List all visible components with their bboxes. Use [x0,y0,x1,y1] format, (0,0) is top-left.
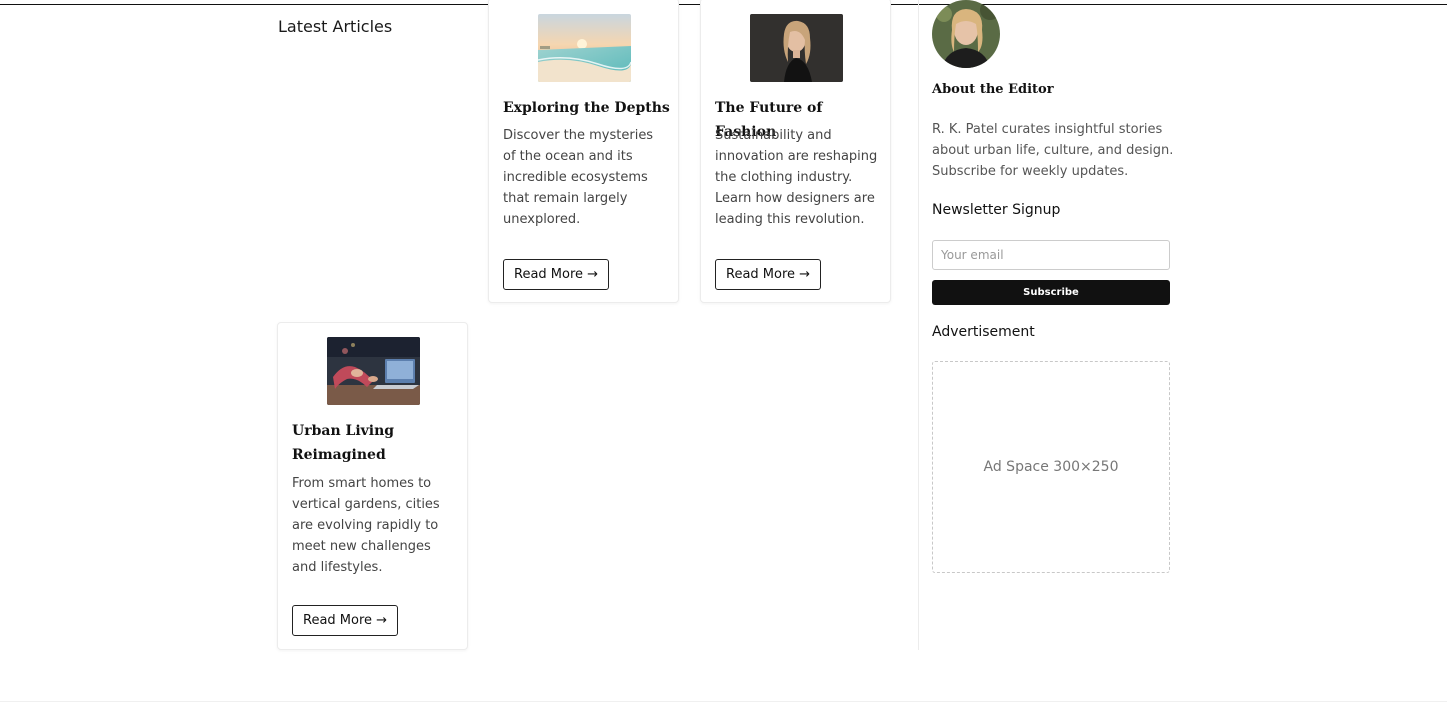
footer-rule [0,701,1447,702]
read-more-button[interactable]: Read More → [292,605,399,636]
article-excerpt: Sustainability and innovation are reshap… [715,128,878,227]
about-title: About the Editor [932,82,1054,97]
sidebar-divider [918,0,919,650]
page: Latest Articles Exploring the Depths Dis… [0,0,1447,704]
read-more-button[interactable]: Read More → [715,259,822,290]
article-title[interactable]: Exploring the Depths [503,96,673,120]
article-excerpt: From smart homes to vertical gardens, ci… [292,476,440,575]
email-input[interactable] [932,240,1170,270]
article-image-ocean[interactable] [538,14,631,82]
article-card-fashion: The Future of Fashion Sustainability and… [700,0,891,303]
article-card-exploring: Exploring the Depths Discover the myster… [488,0,679,303]
newsletter-title: Newsletter Signup [932,202,1061,218]
read-more-button[interactable]: Read More → [503,259,610,290]
ad-space-label: Ad Space 300×250 [983,459,1119,475]
subscribe-button[interactable]: Subscribe [932,280,1170,305]
article-excerpt: Discover the mysteries of the ocean and … [503,128,654,227]
advertisement-title: Advertisement [932,324,1035,340]
article-card-urban: Urban Living Reimagined From smart homes… [277,322,468,650]
article-title[interactable]: Urban Living Reimagined [292,419,462,467]
editor-avatar [932,0,1000,68]
about-text: R. K. Patel curates insightful stories a… [932,122,1174,179]
ad-space[interactable]: Ad Space 300×250 [932,361,1170,573]
article-image-fashion[interactable] [750,14,843,82]
section-title: Latest Articles [278,17,393,36]
article-image-urban[interactable] [327,337,420,405]
